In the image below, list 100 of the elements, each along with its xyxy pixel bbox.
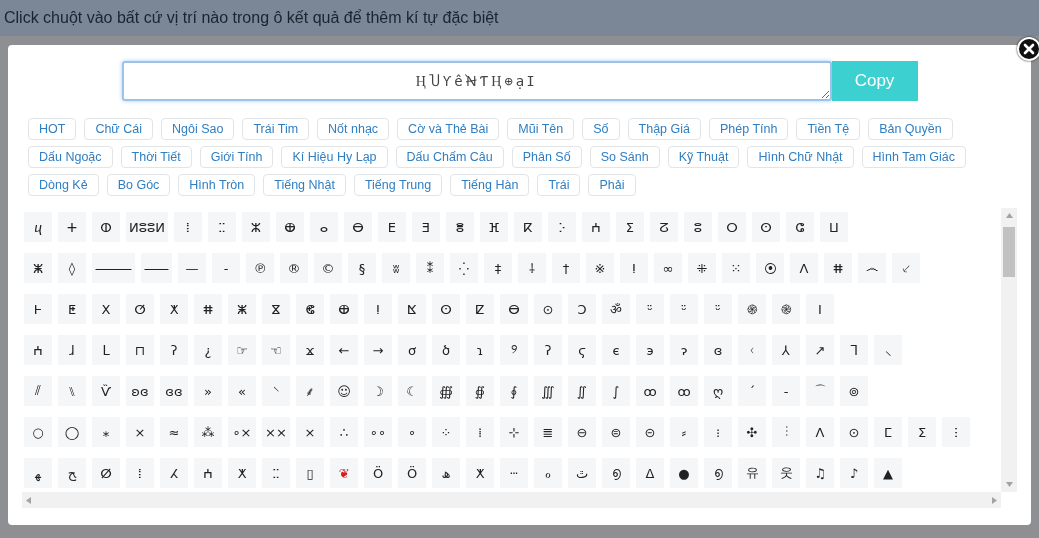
horizontal-scrollbar[interactable] [22, 492, 1001, 508]
symbol-button[interactable]: ∯ [466, 376, 494, 406]
symbol-button[interactable]: ∞ [654, 253, 682, 283]
symbol-button[interactable]: ᵕ̈ [704, 294, 732, 324]
symbol-button[interactable]: ɿ [466, 335, 494, 365]
symbol-button[interactable]: ⵆ [262, 458, 290, 488]
symbol-button[interactable]: ﺢ [58, 458, 86, 488]
category-tab[interactable]: Dòng Kẻ [28, 174, 99, 196]
symbol-button[interactable]: ⑊ [58, 376, 86, 406]
symbol-button[interactable]: ▲ [874, 458, 902, 488]
category-tab[interactable]: So Sánh [589, 146, 660, 168]
symbol-button[interactable]: × [296, 417, 324, 447]
symbol-button[interactable]: ⁂ [194, 417, 222, 447]
category-tab[interactable]: Bo Góc [106, 174, 171, 196]
symbol-button[interactable]: ☽ [364, 376, 392, 406]
symbol-button[interactable]: ɺ [58, 335, 86, 365]
category-tab[interactable]: Số [582, 118, 620, 140]
symbol-button[interactable]: ⵡ [819, 212, 848, 242]
symbol-button[interactable]: ⅄ [772, 335, 800, 365]
symbol-button[interactable]: ⵗ [942, 417, 970, 447]
symbol-button[interactable]: ⵉ [908, 417, 936, 447]
symbol-button[interactable]: ϫ [296, 335, 324, 365]
category-tab[interactable]: Mũi Tên [507, 118, 575, 140]
symbol-button[interactable]: ֎ [772, 294, 800, 324]
symbol-button[interactable]: ⵚ [126, 294, 154, 324]
symbol-button[interactable]: ⵜ [58, 212, 86, 242]
category-tab[interactable]: HOT [28, 118, 77, 140]
symbol-button[interactable]: ꝏ [636, 376, 664, 406]
category-tab[interactable]: Tiếng Nhật [263, 174, 346, 196]
symbol-button[interactable]: ୨ [500, 335, 528, 365]
symbol-button[interactable]: ꝏ [670, 376, 698, 406]
symbol-button[interactable]: ○ [24, 417, 52, 447]
category-tab[interactable]: Hình Tam Giác [861, 146, 966, 168]
symbol-button[interactable]: ∘× [228, 417, 256, 447]
symbol-button[interactable]: ⵓ [683, 212, 712, 242]
category-tab[interactable]: Bản Quyền [868, 118, 953, 140]
symbol-button[interactable]: ⴿ [398, 294, 426, 324]
symbol-button[interactable]: ▯ [296, 458, 324, 488]
symbol-button[interactable]: ⵙ [432, 294, 460, 324]
symbol-button[interactable]: - [212, 253, 240, 283]
symbol-button[interactable]: ⵠ [636, 458, 664, 488]
symbol-button[interactable]: ∴ [330, 417, 358, 447]
symbol-button[interactable]: ღ [704, 376, 732, 406]
symbol-button[interactable]: ⴱ [500, 294, 528, 324]
category-tab[interactable]: Tiền Tệ [796, 118, 861, 140]
symbol-button[interactable]: ⵄ [24, 335, 52, 365]
symbol-button[interactable]: ʔ [534, 335, 562, 365]
symbol-button[interactable]: ※ [586, 253, 614, 283]
symbol-button[interactable]: ⴻ [445, 212, 474, 242]
symbol-button[interactable]: © [314, 253, 342, 283]
symbol-button[interactable]: ᚲ [738, 335, 766, 365]
symbol-button[interactable]: ⵏ [806, 294, 834, 324]
symbol-button[interactable]: ∮ [500, 376, 528, 406]
symbol-button[interactable]: ⵀ [92, 212, 120, 242]
category-tab[interactable]: Trái Tim [242, 118, 310, 140]
symbol-button[interactable]: ﮪ [432, 458, 460, 488]
symbol-button[interactable]: ⴲ [275, 212, 304, 242]
symbol-button[interactable]: ʚɞ [126, 376, 154, 406]
symbol-button[interactable]: ⊚ [840, 376, 868, 406]
category-tab[interactable]: Phép Tính [709, 118, 789, 140]
symbol-button[interactable]: ⁑ [416, 253, 444, 283]
symbol-button[interactable]: ᵕ̈ [636, 294, 664, 324]
symbol-button[interactable]: ⵁ [92, 458, 120, 488]
symbol-button[interactable]: ʬ [382, 253, 410, 283]
symbol-button[interactable]: ɞɞ [160, 376, 188, 406]
symbol-button[interactable]: ℗ [246, 253, 274, 283]
category-tab[interactable]: Hình Tròn [178, 174, 256, 196]
category-tab[interactable]: Nốt nhạc [317, 118, 390, 140]
scroll-down-icon[interactable] [1005, 482, 1013, 487]
symbol-button[interactable]: ⁝ [704, 417, 732, 447]
symbol-button[interactable]: Ɔ [568, 294, 596, 324]
symbol-button[interactable]: ⁘ [432, 417, 460, 447]
symbol-button[interactable]: ᒣ [840, 335, 868, 365]
symbol-button[interactable]: ⴺ [411, 212, 440, 242]
symbol-button[interactable]: ⊓ [126, 335, 154, 365]
symbol-button[interactable]: ☾ [398, 376, 426, 406]
symbol-button[interactable]: ⁎ [92, 417, 120, 447]
vertical-scrollbar[interactable] [1001, 208, 1017, 492]
symbol-button[interactable]: ♪ [840, 458, 868, 488]
symbol-button[interactable]: ⵅ [466, 458, 494, 488]
symbol-button[interactable]: ⫶ [772, 417, 800, 447]
category-tab[interactable]: Dấu Chấm Câu [395, 146, 504, 168]
symbol-button[interactable]: ⊖ [568, 417, 596, 447]
symbol-button[interactable]: § [348, 253, 376, 283]
symbol-button[interactable]: ⵂ [173, 212, 202, 242]
symbol-button[interactable]: 유 [738, 458, 766, 488]
symbol-button[interactable]: ∰ [432, 376, 460, 406]
category-tab[interactable]: Giới Tính [199, 146, 274, 168]
symbol-button[interactable]: ⵑ [364, 294, 392, 324]
symbol-button[interactable]: ⵟ [58, 294, 86, 324]
symbol-button[interactable]: ≈ [160, 417, 188, 447]
symbol-button[interactable]: ⁙ [722, 253, 750, 283]
symbol-button[interactable]: Ö [364, 458, 392, 488]
symbol-button[interactable]: ✣ [738, 417, 766, 447]
symbol-button[interactable]: ☺ [330, 376, 358, 406]
symbol-button[interactable]: ൭ [602, 458, 630, 488]
category-tab[interactable]: Trái [537, 174, 581, 196]
symbol-button[interactable]: ϛ [568, 335, 596, 365]
symbol-button[interactable]: ⴱ [343, 212, 372, 242]
category-tab[interactable]: Phải [588, 174, 636, 196]
